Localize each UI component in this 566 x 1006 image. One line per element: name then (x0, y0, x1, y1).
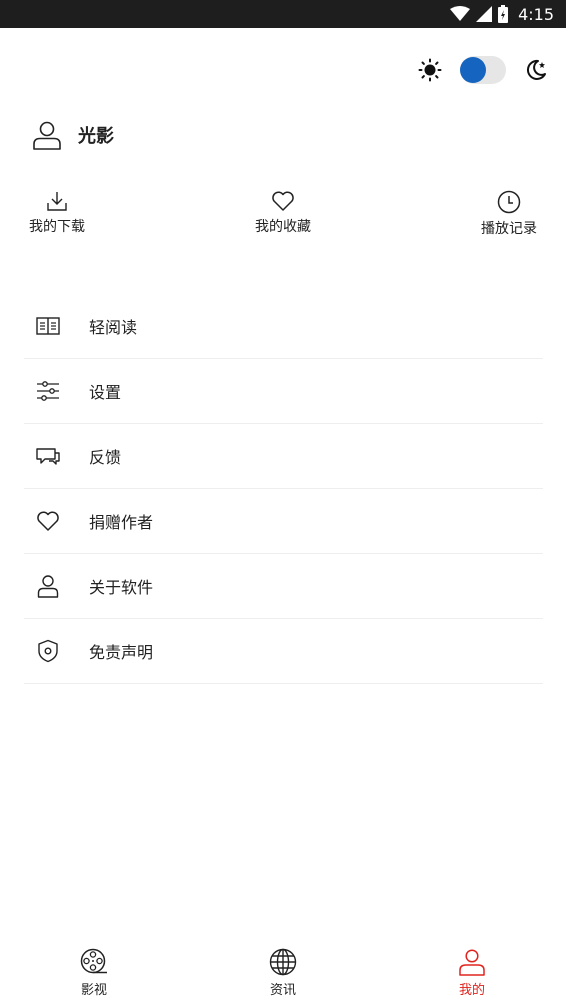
play-history-label: 播放记录 (481, 221, 537, 237)
menu-item-label: 免责声明 (89, 643, 154, 662)
heart-icon (272, 191, 294, 211)
wifi-icon (450, 6, 471, 21)
toggle-knob (460, 57, 486, 83)
sun-icon (418, 58, 442, 82)
nav-tab-label: 资讯 (269, 983, 296, 998)
menu-item-label: 关于软件 (89, 578, 154, 597)
nav-tab-label: 影视 (80, 983, 107, 998)
menu-item-about[interactable]: 关于软件 (24, 554, 543, 619)
sliders-icon (37, 381, 59, 401)
theme-switch-row (418, 54, 548, 86)
my-favorites-label: 我的收藏 (255, 219, 311, 235)
status-time: 4:15 (518, 4, 554, 24)
dark-mode-toggle[interactable] (460, 56, 506, 84)
menu-item-feedback[interactable]: 反馈 (24, 424, 543, 489)
profile-header[interactable]: 光影 (32, 118, 114, 152)
profile-name: 光影 (78, 126, 114, 147)
menu-item-label: 反馈 (89, 448, 122, 467)
user-icon (459, 949, 485, 976)
battery-icon (498, 5, 509, 23)
download-icon (47, 192, 67, 211)
film-reel-icon (80, 948, 107, 974)
book-icon (36, 317, 60, 335)
my-downloads-button[interactable]: 我的下载 (17, 190, 97, 236)
feedback-icon (36, 448, 60, 465)
menu-item-donate[interactable]: 捐赠作者 (24, 489, 543, 554)
heart-icon (37, 511, 59, 531)
moon-icon (526, 59, 546, 80)
my-downloads-label: 我的下载 (29, 219, 85, 235)
menu-item-label: 捐赠作者 (89, 513, 154, 532)
user-icon (37, 575, 59, 598)
bottom-nav: 影视 资讯 我的 (0, 944, 566, 1006)
signal-icon (476, 6, 493, 22)
nav-tab-movies[interactable]: 影视 (54, 948, 134, 998)
my-favorites-button[interactable]: 我的收藏 (243, 190, 323, 236)
menu-item-disclaimer[interactable]: 免责声明 (24, 619, 543, 684)
clock-icon (497, 190, 521, 214)
globe-icon (269, 948, 297, 976)
menu-item-settings[interactable]: 设置 (24, 359, 543, 424)
status-bar: 4:15 (0, 0, 566, 28)
user-icon (33, 121, 61, 150)
settings-menu: 轻阅读 设置 反馈 捐赠作者 关于软件 免责声明 (24, 294, 543, 684)
nav-tab-news[interactable]: 资讯 (243, 948, 323, 998)
nav-tab-label: 我的 (458, 983, 485, 998)
shield-icon (38, 639, 58, 663)
menu-item-label: 轻阅读 (89, 318, 138, 337)
nav-tab-mine[interactable]: 我的 (432, 948, 512, 998)
play-history-button[interactable]: 播放记录 (469, 190, 549, 238)
menu-item-label: 设置 (89, 383, 122, 402)
menu-item-light-reading[interactable]: 轻阅读 (24, 294, 543, 359)
